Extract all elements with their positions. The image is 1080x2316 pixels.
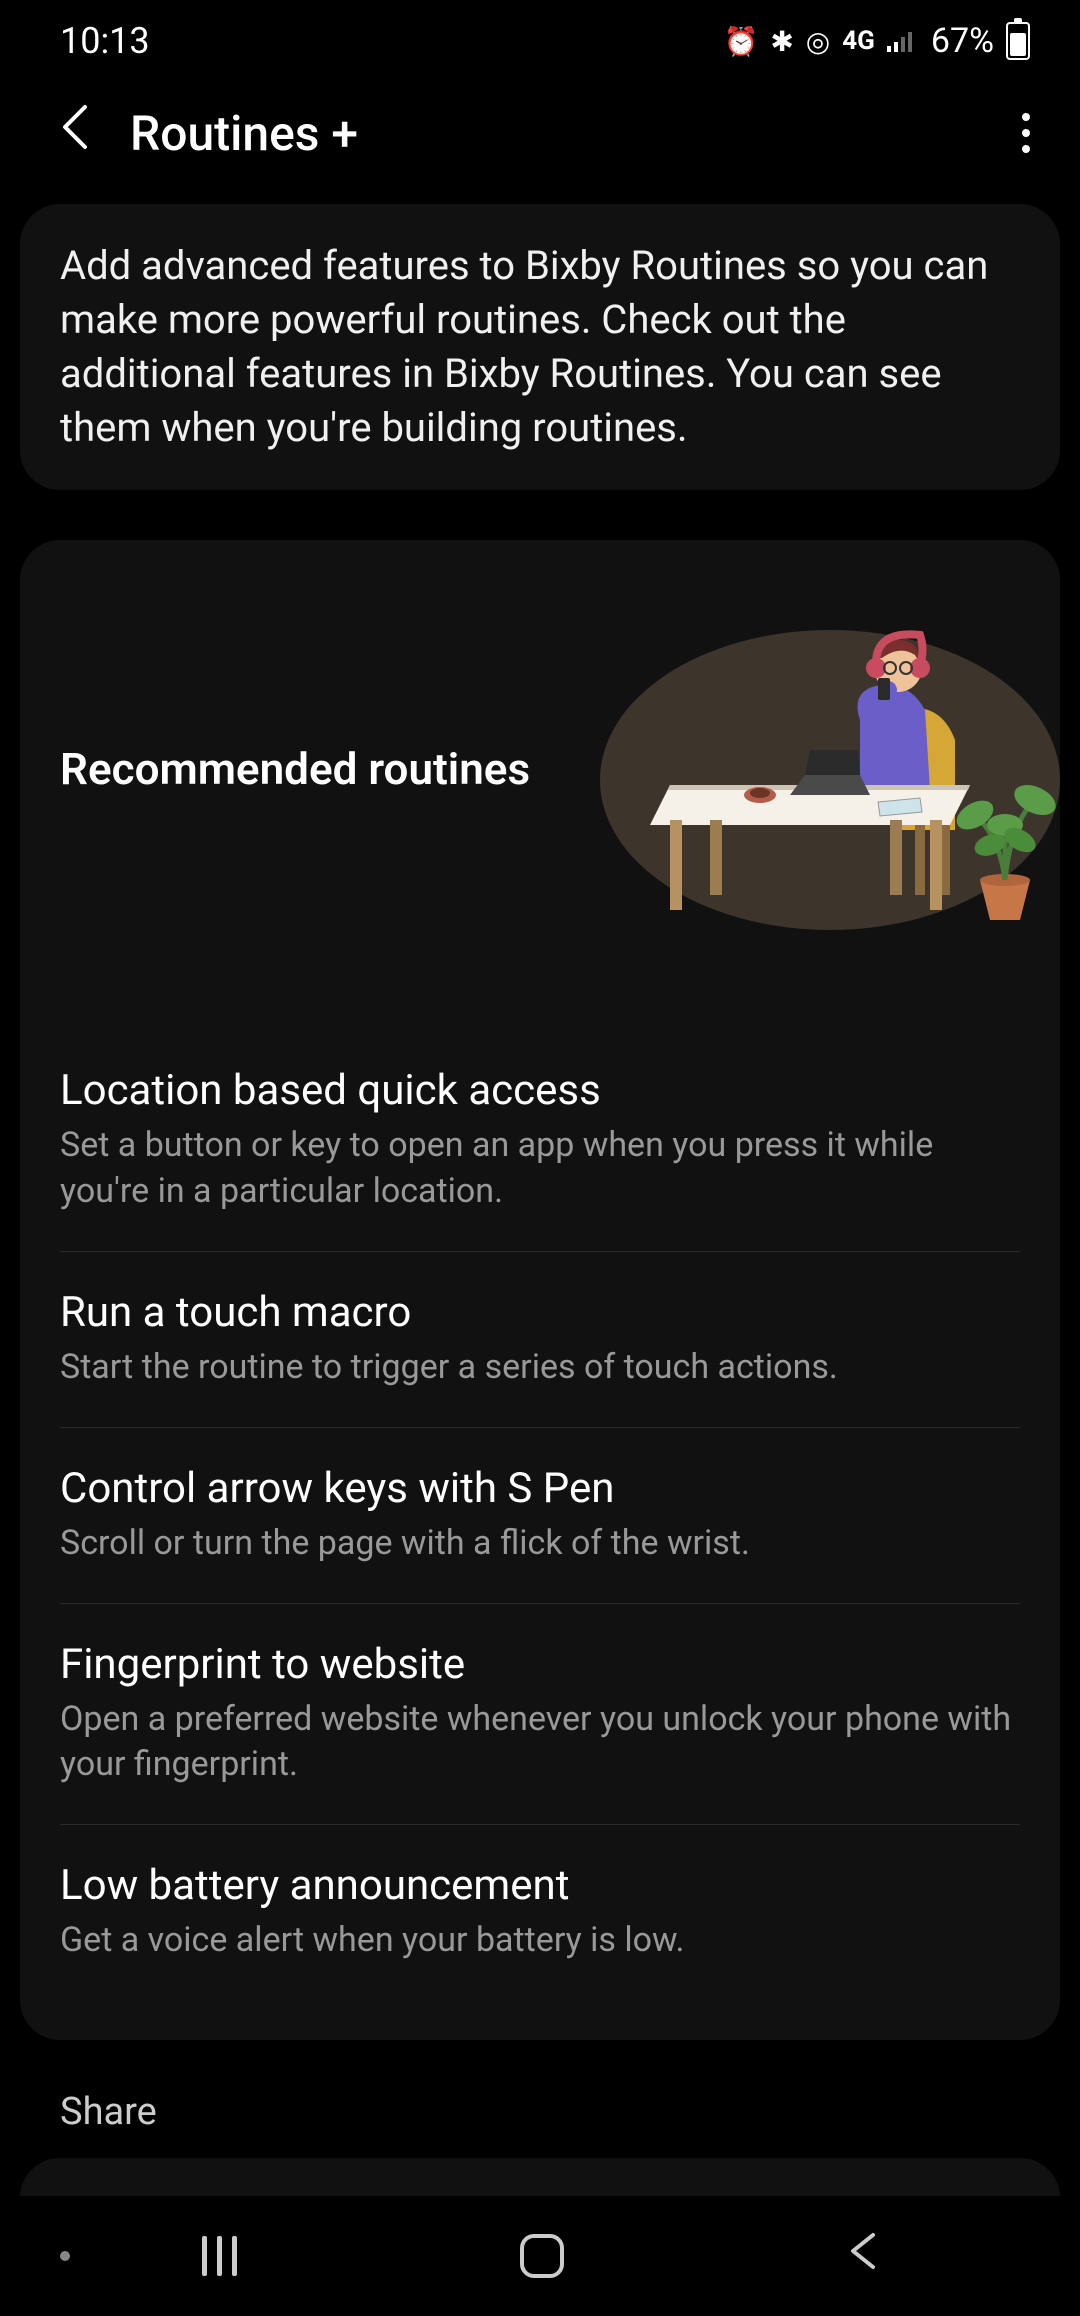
routine-title: Location based quick access — [60, 1066, 1020, 1115]
share-card: Share via QR code — [20, 2158, 1060, 2196]
page-title: Routines + — [130, 105, 358, 162]
signal-icon — [887, 30, 915, 52]
status-bar: 10:13 ⏰ ✱ ◎ 4G 67% — [0, 0, 1080, 72]
routine-desc: Open a preferred website whenever you un… — [60, 1697, 1020, 1789]
nav-back-button[interactable] — [847, 2228, 879, 2285]
routine-desc: Get a voice alert when your battery is l… — [60, 1918, 1020, 1964]
alarm-icon: ⏰ — [723, 25, 758, 58]
description-card: Add advanced features to Bixby Routines … — [20, 204, 1060, 490]
routine-title: Low battery announcement — [60, 1861, 1020, 1910]
recents-button[interactable] — [202, 2236, 237, 2276]
more-options-button[interactable] — [1022, 113, 1030, 153]
routine-title: Run a touch macro — [60, 1288, 1020, 1337]
bluetooth-icon: ✱ — [770, 25, 793, 58]
hotspot-icon: ◎ — [806, 25, 830, 58]
share-section-label: Share — [0, 2070, 1080, 2158]
recommended-hero: Recommended routines — [20, 540, 1060, 1000]
navigation-bar — [0, 2196, 1080, 2316]
nav-indicator-dot — [60, 2251, 70, 2261]
network-type: 4G — [842, 26, 875, 56]
routine-desc: Set a button or key to open an app when … — [60, 1123, 1020, 1215]
home-button[interactable] — [520, 2234, 564, 2278]
routine-title: Fingerprint to website — [60, 1640, 1020, 1689]
recommended-heading: Recommended routines — [60, 741, 530, 798]
status-indicators: ⏰ ✱ ◎ 4G 67% — [723, 21, 1030, 61]
status-time: 10:13 — [60, 20, 150, 62]
routine-item-location-access[interactable]: Location based quick access Set a button… — [60, 1030, 1020, 1252]
routine-item-touch-macro[interactable]: Run a touch macro Start the routine to t… — [60, 1252, 1020, 1428]
routine-item-spen-arrow[interactable]: Control arrow keys with S Pen Scroll or … — [60, 1428, 1020, 1604]
battery-icon — [1006, 22, 1030, 60]
routine-item-low-battery[interactable]: Low battery announcement Get a voice ale… — [60, 1825, 1020, 2000]
routine-desc: Start the routine to trigger a series of… — [60, 1345, 1020, 1391]
app-bar: Routines + — [0, 72, 1080, 204]
battery-percentage: 67% — [931, 21, 994, 61]
routine-title: Control arrow keys with S Pen — [60, 1464, 1020, 1513]
back-button[interactable] — [60, 102, 90, 164]
recommended-list: Location based quick access Set a button… — [20, 1000, 1060, 2040]
routine-item-fingerprint-website[interactable]: Fingerprint to website Open a preferred … — [60, 1604, 1020, 1826]
desk-illustration — [560, 590, 1060, 950]
recommended-card: Recommended routines — [20, 540, 1060, 2040]
description-text: Add advanced features to Bixby Routines … — [60, 239, 1020, 455]
routine-desc: Scroll or turn the page with a flick of … — [60, 1521, 1020, 1567]
